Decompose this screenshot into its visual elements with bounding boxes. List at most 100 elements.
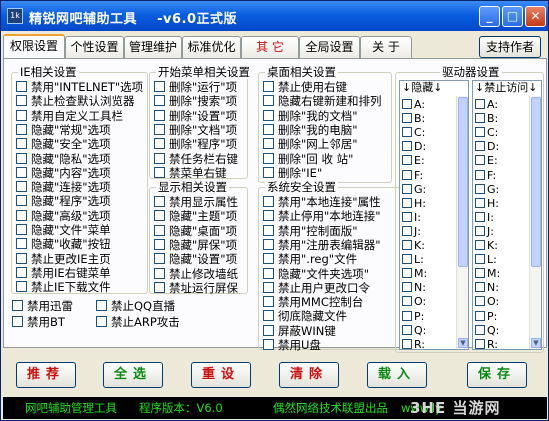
deny-drive-checkbox-13[interactable]: N: xyxy=(475,281,499,294)
security-checkbox-4[interactable]: 禁用".reg"文件 xyxy=(263,253,357,266)
desktop-checkbox-5[interactable]: 删除"回 收 站" xyxy=(263,152,353,166)
hide-drive-box[interactable] xyxy=(402,99,412,109)
deny-drive-checkbox-10[interactable]: K: xyxy=(475,239,498,252)
display-checkbox-0[interactable]: 禁用显示属性 xyxy=(154,196,238,209)
hide-drive-checkbox-3[interactable]: D: xyxy=(402,140,426,153)
deny-drive-box[interactable] xyxy=(475,254,485,265)
hide-drive-checkbox-1[interactable]: B: xyxy=(402,112,425,125)
deny-drive-box[interactable] xyxy=(475,155,485,166)
ie-checkbox-11[interactable]: 隐藏"收藏"按钮 xyxy=(16,238,111,251)
deny-drive-box[interactable] xyxy=(475,240,485,250)
display-checkbox-1[interactable]: 隐藏"主题"项 xyxy=(154,210,237,223)
extra-checkbox-1[interactable]: 禁止QQ直播 xyxy=(96,300,175,313)
display-checkbox-6[interactable]: 禁址运行屏保 xyxy=(154,281,238,295)
tab-2[interactable]: 管理维护 xyxy=(124,36,182,58)
start-checkbox-0[interactable]: 删除"运行"项 xyxy=(154,81,237,94)
deny-drive-checkbox-0[interactable]: A: xyxy=(475,98,498,111)
ie-checkbox-14[interactable]: 禁止IE下载文件 xyxy=(16,281,111,294)
ie-checkbox-6[interactable]: 隐藏"内容"选项 xyxy=(16,166,111,180)
security-checkbox-10[interactable]: 禁用U盘 xyxy=(263,339,321,352)
action-button-3[interactable]: 清除 xyxy=(279,362,339,388)
ie-checkbox-11-box[interactable] xyxy=(16,238,27,250)
start-checkbox-5[interactable]: 禁任务栏右键 xyxy=(154,152,238,166)
tab-5[interactable]: 全局设置 xyxy=(299,36,360,58)
ie-checkbox-6-box[interactable] xyxy=(16,166,27,178)
hide-drive-checkbox-14[interactable]: O: xyxy=(402,295,426,308)
title-bar[interactable]: 1k 精锐网吧辅助工具 -v6.0正式版 _ □ ✕ xyxy=(1,1,548,31)
extra-checkbox-2-box[interactable] xyxy=(12,316,23,327)
start-checkbox-3-box[interactable] xyxy=(154,123,165,135)
ie-checkbox-10-box[interactable] xyxy=(16,224,27,235)
extra-checkbox-0[interactable]: 禁用迅雷 xyxy=(12,300,73,313)
hide-drive-box[interactable] xyxy=(402,268,412,279)
deny-drive-box[interactable] xyxy=(475,141,485,152)
start-checkbox-0-box[interactable] xyxy=(154,81,165,92)
security-checkbox-5-box[interactable] xyxy=(263,267,274,279)
desktop-checkbox-2[interactable]: 删除"我的文档" xyxy=(263,109,358,123)
deny-drive-checkbox-8[interactable]: I: xyxy=(475,211,494,224)
display-checkbox-3-box[interactable] xyxy=(154,238,165,250)
deny-drive-box[interactable] xyxy=(475,310,485,321)
ie-checkbox-12[interactable]: 禁止更改IE主页 xyxy=(16,252,111,266)
hide-drive-box[interactable] xyxy=(402,324,412,335)
deny-drive-box[interactable] xyxy=(475,338,485,349)
display-checkbox-4[interactable]: 隐藏"设置"项 xyxy=(154,253,237,266)
deny-drive-checkbox-5[interactable]: F: xyxy=(475,169,496,182)
hide-drive-checkbox-16[interactable]: Q: xyxy=(402,324,426,337)
ie-checkbox-2[interactable]: 禁用自定义工具栏 xyxy=(16,109,123,123)
hide-drive-checkbox-12[interactable]: M: xyxy=(402,267,427,280)
security-checkbox-5[interactable]: 隐藏"文件夹选项" xyxy=(263,267,369,281)
extra-checkbox-3-box[interactable] xyxy=(96,316,107,327)
ie-checkbox-4[interactable]: 隐藏"安全"选项 xyxy=(16,138,111,151)
tab-0[interactable]: 权限设置 xyxy=(3,34,65,59)
hide-drive-checkbox-2[interactable]: C: xyxy=(402,126,425,139)
action-button-1[interactable]: 全选 xyxy=(103,362,163,388)
hide-drive-checkbox-11[interactable]: L: xyxy=(402,253,424,266)
deny-drive-box[interactable] xyxy=(475,282,485,293)
start-checkbox-1-box[interactable] xyxy=(154,95,165,107)
deny-drive-box[interactable] xyxy=(475,127,485,138)
start-checkbox-6[interactable]: 禁菜单右键 xyxy=(154,166,227,180)
ie-checkbox-8[interactable]: 隐藏"程序"选项 xyxy=(16,195,111,208)
deny-drive-checkbox-17[interactable]: R: xyxy=(475,338,498,349)
security-checkbox-3[interactable]: 禁用"注册表编辑器" xyxy=(263,238,381,252)
start-checkbox-4[interactable]: 删除"程序"项 xyxy=(154,138,237,151)
deny-drive-scrollbar[interactable]: ▼ xyxy=(529,96,541,349)
security-checkbox-1-box[interactable] xyxy=(263,210,274,222)
security-checkbox-0[interactable]: 禁用"本地连接"属性 xyxy=(263,196,381,209)
hide-drive-box[interactable] xyxy=(402,197,412,208)
security-checkbox-4-box[interactable] xyxy=(263,253,274,265)
ie-checkbox-12-box[interactable] xyxy=(16,252,27,264)
deny-drive-checkbox-1[interactable]: B: xyxy=(475,112,498,125)
ie-checkbox-0[interactable]: 禁用"INTELNET"选项 xyxy=(16,81,143,94)
hide-drive-checkbox-17[interactable]: R: xyxy=(402,338,425,349)
deny-drive-checkbox-2[interactable]: C: xyxy=(475,126,498,139)
security-checkbox-9-box[interactable] xyxy=(263,324,274,336)
support-author-button[interactable]: 支持作者 xyxy=(479,36,541,58)
hide-drive-box[interactable] xyxy=(402,240,412,250)
ie-checkbox-1-box[interactable] xyxy=(16,95,27,107)
deny-drive-checkbox-7[interactable]: H: xyxy=(475,197,499,210)
hide-drive-checkbox-7[interactable]: H: xyxy=(402,197,426,210)
deny-drive-list[interactable]: ↓禁止访问↓ A: B: C: D: E: F: G: H: I: J: K: L: M: N: O: P: Q… xyxy=(472,80,542,350)
desktop-checkbox-3-box[interactable] xyxy=(263,123,274,135)
hide-drive-box[interactable] xyxy=(402,169,412,180)
hide-drive-box[interactable] xyxy=(402,225,412,236)
deny-drive-box[interactable] xyxy=(475,183,485,194)
desktop-checkbox-3[interactable]: 删除"我的电脑" xyxy=(263,123,358,137)
hide-drive-checkbox-13[interactable]: N: xyxy=(402,281,426,294)
deny-drive-box[interactable] xyxy=(475,197,485,208)
desktop-checkbox-0[interactable]: 禁止使用右键 xyxy=(263,81,347,94)
start-checkbox-2[interactable]: 删除"设置"项 xyxy=(154,109,237,123)
desktop-checkbox-4-box[interactable] xyxy=(263,138,274,150)
start-checkbox-4-box[interactable] xyxy=(154,138,165,150)
extra-checkbox-2[interactable]: 禁用BT xyxy=(12,316,65,329)
security-checkbox-2-box[interactable] xyxy=(263,224,274,236)
hide-drive-checkbox-0[interactable]: A: xyxy=(402,98,425,111)
ie-checkbox-14-box[interactable] xyxy=(16,281,27,293)
hide-drive-checkbox-9[interactable]: J: xyxy=(402,225,421,238)
display-checkbox-1-box[interactable] xyxy=(154,210,165,222)
display-checkbox-6-box[interactable] xyxy=(154,281,165,293)
hide-drive-box[interactable] xyxy=(402,141,412,152)
hide-drive-scrollbar[interactable]: ▼ xyxy=(456,96,468,349)
